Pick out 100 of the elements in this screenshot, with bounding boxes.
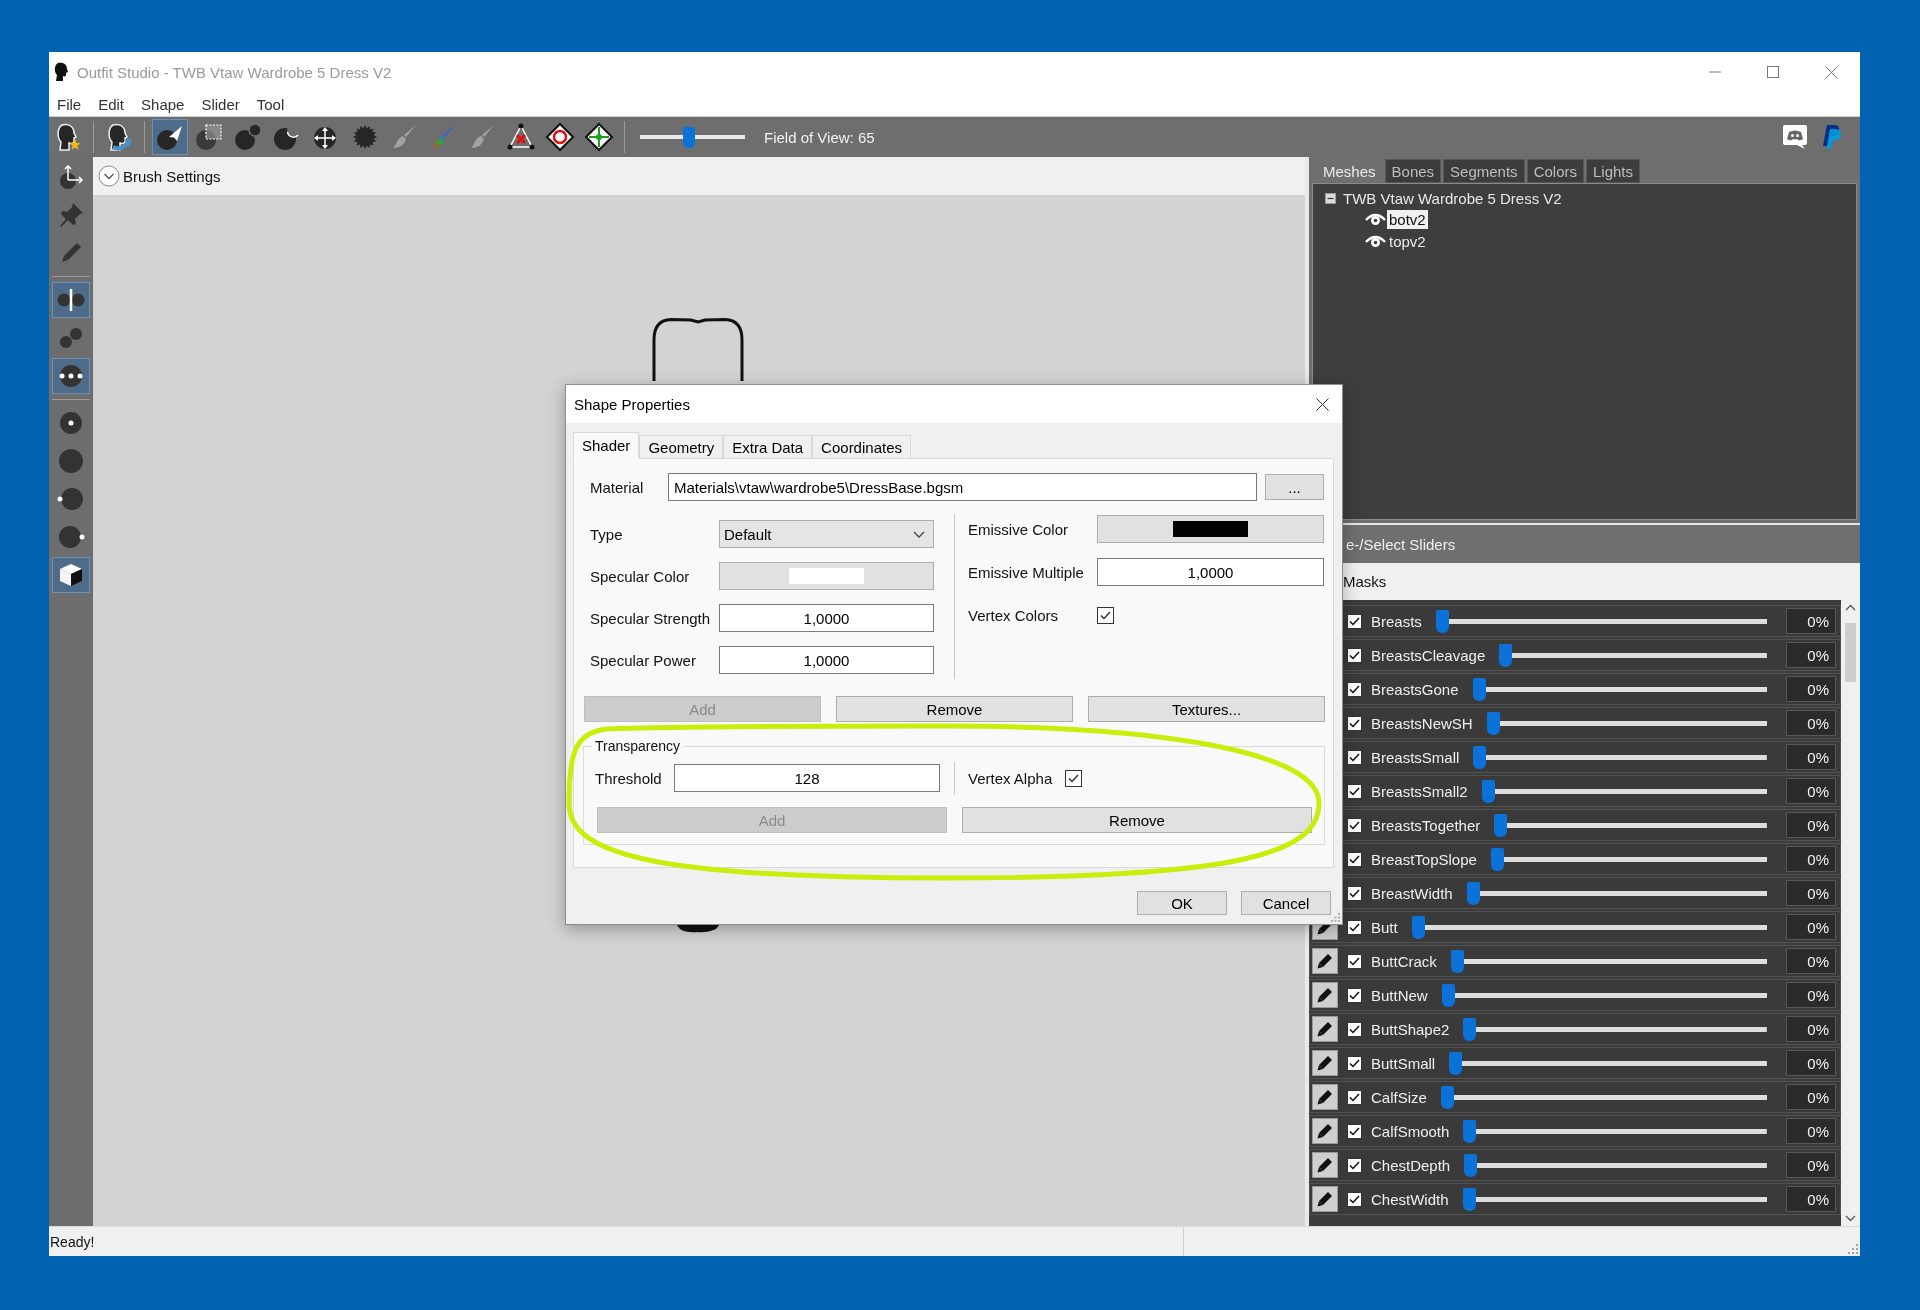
checkbox[interactable] (1347, 783, 1362, 799)
slider-track[interactable] (1481, 779, 1767, 803)
number-field[interactable]: 1,0000 (1097, 558, 1324, 586)
checkbox[interactable] (1347, 1157, 1362, 1173)
checkbox[interactable] (1347, 953, 1362, 969)
slider-track[interactable] (1494, 813, 1767, 837)
slider-thumb[interactable] (1494, 813, 1508, 837)
scroll-up-icon[interactable] (1845, 604, 1856, 611)
slider-thumb[interactable] (1490, 847, 1504, 871)
slider-thumb[interactable] (1499, 643, 1513, 667)
checkbox[interactable] (1347, 647, 1362, 663)
color-picker-button[interactable] (719, 562, 934, 590)
transparency-button[interactable]: Remove (962, 807, 1312, 833)
edit-button[interactable] (1312, 1016, 1338, 1042)
slider-thumb[interactable] (1466, 881, 1480, 905)
browse-button[interactable]: ... (1265, 474, 1324, 500)
slider-thumb[interactable] (1411, 915, 1425, 939)
minus-box-icon[interactable] (1325, 192, 1336, 204)
checkbox[interactable] (1347, 1123, 1362, 1139)
slider-thumb[interactable] (1473, 745, 1487, 769)
menu-item[interactable]: Edit (98, 95, 125, 113)
edit-button[interactable] (1312, 948, 1338, 974)
chevron-circle-icon[interactable] (98, 165, 120, 187)
slider-track[interactable] (1435, 609, 1767, 633)
tree-item[interactable]: TWB Vtaw Wardrobe 5 Dress V2 (1343, 189, 1562, 207)
slider-thumb[interactable] (1435, 609, 1449, 633)
slider-thumb[interactable] (1463, 1119, 1477, 1143)
checkbox[interactable] (1347, 715, 1362, 731)
menu-item[interactable]: Tool (256, 95, 285, 113)
edit-button[interactable] (1312, 1084, 1338, 1110)
slider-thumb[interactable] (1449, 1051, 1463, 1075)
slider-thumb[interactable] (1462, 1187, 1476, 1211)
slider-track[interactable] (1486, 711, 1767, 735)
scroll-down-icon[interactable] (1845, 1215, 1856, 1222)
slider-thumb[interactable] (1486, 711, 1500, 735)
eye-icon[interactable] (1365, 212, 1386, 226)
tool-button[interactable] (52, 557, 90, 593)
edit-button[interactable] (1312, 1050, 1338, 1076)
panel-tab[interactable]: Bones (1384, 159, 1442, 183)
checkbox[interactable] (1347, 851, 1362, 867)
checkbox[interactable] (1347, 1191, 1362, 1207)
checkbox[interactable] (1347, 987, 1362, 1003)
panel-tab[interactable]: Lights (1586, 159, 1640, 183)
checkbox[interactable] (1347, 613, 1362, 629)
slider-track[interactable] (1463, 1119, 1767, 1143)
checkbox[interactable] (1347, 817, 1362, 833)
material-field[interactable]: Materials\vtaw\wardrobe5\DressBase.bgsm (668, 473, 1257, 501)
tool-button[interactable] (152, 119, 188, 155)
chat-bubble-icon[interactable] (1782, 124, 1808, 150)
slider-thumb[interactable] (1441, 983, 1455, 1007)
slider-thumb[interactable] (1464, 1153, 1478, 1177)
scrollbar-thumb[interactable] (1845, 623, 1856, 682)
dialog-button[interactable]: OK (1137, 891, 1227, 915)
dialog-tab[interactable]: Shader (573, 432, 640, 459)
checkbox[interactable] (1065, 769, 1082, 787)
checkbox[interactable] (1347, 885, 1362, 901)
dialog-tab[interactable]: Extra Data (723, 435, 813, 459)
texture-button[interactable]: Remove (836, 696, 1073, 722)
p-logo-icon[interactable] (1822, 124, 1842, 150)
texture-button[interactable]: Textures... (1088, 696, 1325, 722)
tool-button[interactable] (52, 358, 90, 394)
checkbox[interactable] (1347, 919, 1362, 935)
number-field[interactable]: 1,0000 (719, 646, 934, 674)
type-dropdown[interactable]: Default (719, 520, 934, 548)
panel-tab[interactable]: Colors (1526, 159, 1584, 183)
edit-button[interactable] (1312, 1152, 1338, 1178)
slider-track[interactable] (1499, 643, 1767, 667)
fov-slider-thumb[interactable] (682, 126, 695, 148)
slider-thumb[interactable] (1450, 949, 1464, 973)
slider-track[interactable] (1472, 677, 1767, 701)
slider-thumb[interactable] (1440, 1085, 1454, 1109)
slider-track[interactable] (1449, 1051, 1767, 1075)
checkbox[interactable] (1097, 606, 1114, 624)
color-picker-button[interactable] (1097, 515, 1324, 543)
tree-item[interactable]: botv2 (1387, 209, 1428, 229)
slider-track[interactable] (1490, 847, 1767, 871)
menu-item[interactable]: File (57, 95, 82, 113)
slider-thumb[interactable] (1463, 1017, 1477, 1041)
edit-button[interactable] (1312, 1118, 1338, 1144)
menu-item[interactable]: Shape (141, 95, 185, 113)
slider-track[interactable] (1440, 1085, 1767, 1109)
edit-button[interactable] (1312, 982, 1338, 1008)
tree-item[interactable]: topv2 (1387, 231, 1428, 251)
menu-item[interactable]: Slider (201, 95, 240, 113)
slider-thumb[interactable] (1481, 779, 1495, 803)
slider-thumb[interactable] (1472, 677, 1486, 701)
slider-track[interactable] (1463, 1017, 1767, 1041)
checkbox[interactable] (1347, 749, 1362, 765)
threshold-field[interactable]: 128 (674, 764, 940, 792)
slider-track[interactable] (1464, 1153, 1767, 1177)
checkbox[interactable] (1347, 1089, 1362, 1105)
dialog-button[interactable]: Cancel (1241, 891, 1331, 915)
slider-track[interactable] (1466, 881, 1767, 905)
slider-track[interactable] (1473, 745, 1767, 769)
checkbox[interactable] (1347, 1021, 1362, 1037)
panel-tab[interactable]: Segments (1443, 159, 1525, 183)
slider-track[interactable] (1441, 983, 1767, 1007)
slider-track[interactable] (1462, 1187, 1767, 1211)
dialog-tab[interactable]: Geometry (639, 435, 724, 459)
eye-icon[interactable] (1365, 234, 1386, 248)
